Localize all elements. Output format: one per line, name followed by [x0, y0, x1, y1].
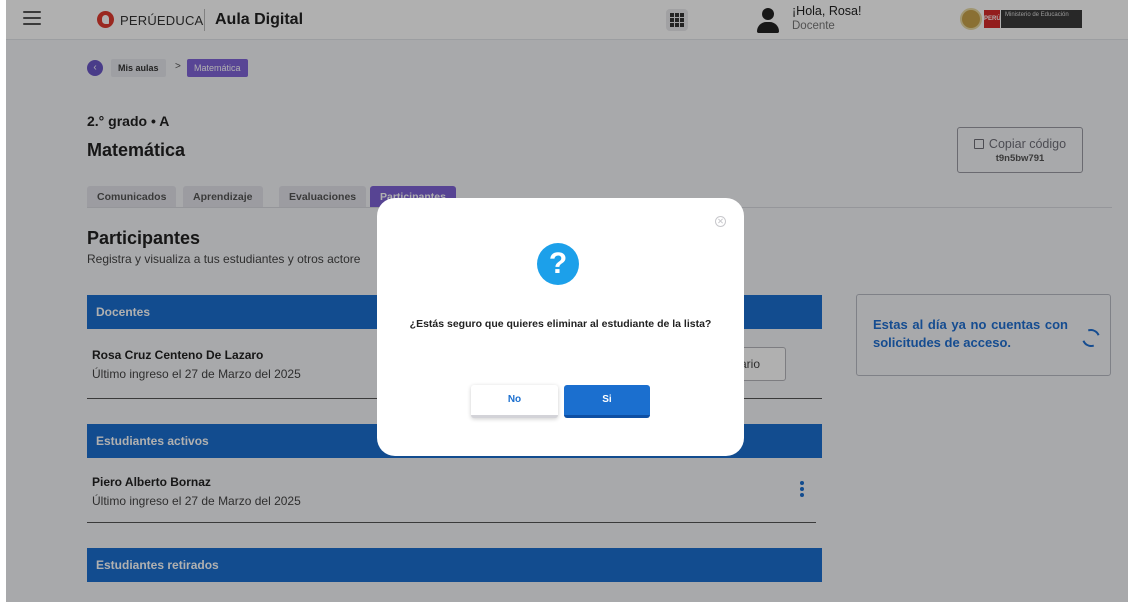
left-edge	[0, 0, 6, 602]
dialog-message: ¿Estás seguro que quieres eliminar al es…	[409, 318, 712, 330]
yes-button[interactable]: Si	[564, 385, 650, 418]
no-button[interactable]: No	[471, 385, 558, 418]
confirm-dialog: ? ¿Estás seguro que quieres eliminar al …	[377, 198, 744, 456]
question-icon: ?	[537, 243, 579, 285]
right-edge	[1128, 0, 1134, 602]
close-icon[interactable]	[715, 216, 726, 227]
